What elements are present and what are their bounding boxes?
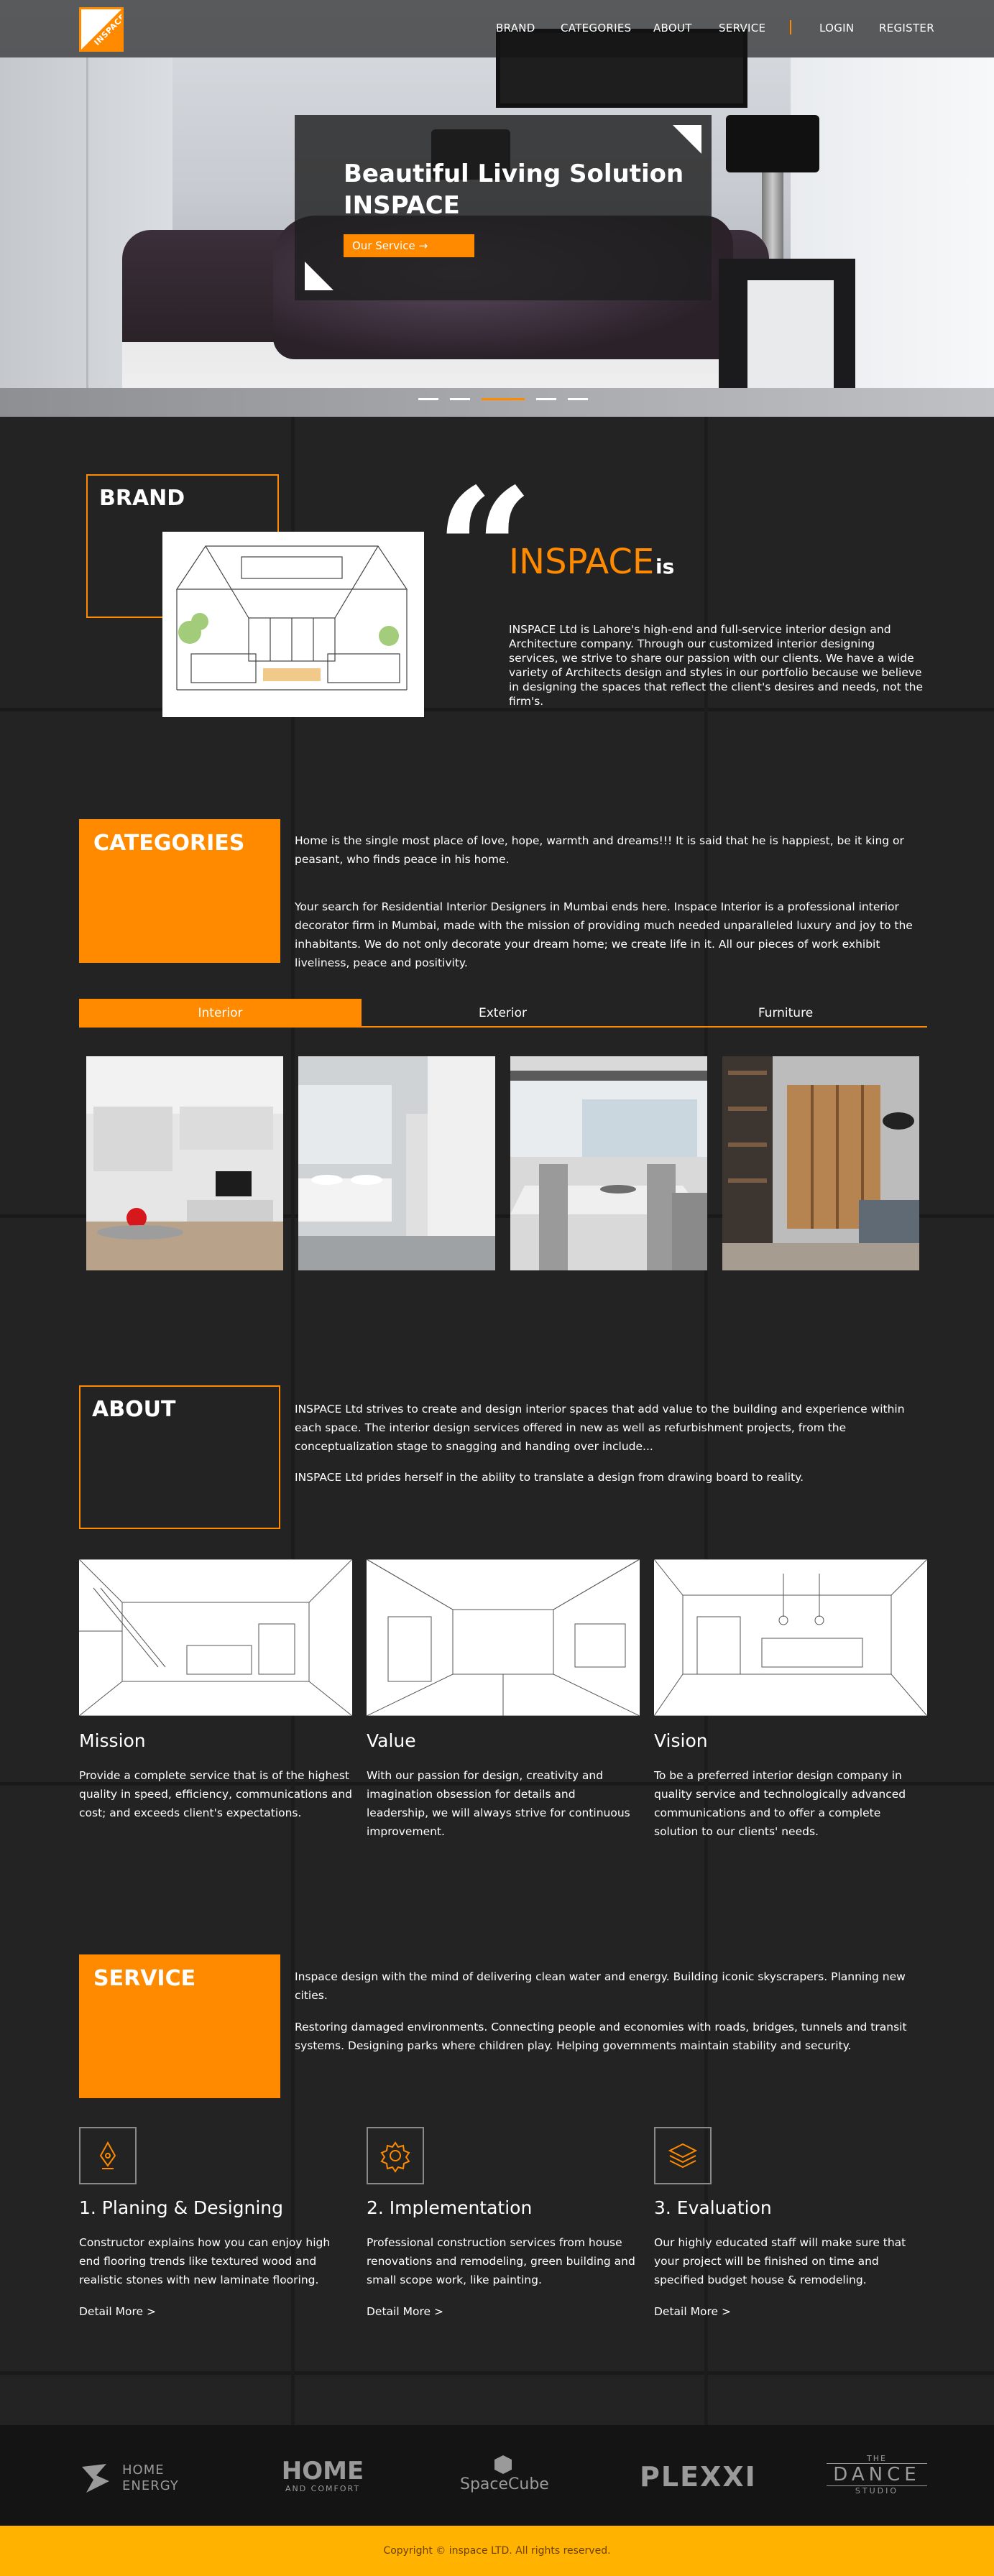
layers-icon — [654, 2127, 712, 2184]
spacecube-word: SpaceCube — [460, 2475, 549, 2493]
corner-decoration — [673, 125, 701, 154]
partner-logos: HOME ENERGY HOME AND COMFORT SpaceCube P… — [0, 2425, 994, 2526]
home-energy-word1: HOME — [122, 2462, 165, 2478]
slider-dot[interactable] — [450, 398, 470, 400]
interior-photo-dining[interactable] — [510, 1056, 707, 1270]
service-2-title: 2. Implementation — [367, 2197, 533, 2218]
service-3-title: 3. Evaluation — [654, 2197, 772, 2218]
nav-login[interactable]: LOGIN — [819, 22, 854, 34]
slider-dot[interactable] — [568, 398, 588, 400]
tab-interior[interactable]: Interior — [79, 999, 362, 1028]
about-title: ABOUT — [92, 1397, 176, 1422]
service-1-text: Constructor explains how you can enjoy h… — [79, 2236, 331, 2286]
service-1-title: 1. Planing & Designing — [79, 2197, 284, 2218]
hero-title-line2: INSPACE — [344, 191, 460, 220]
hero-caption-box: Beautiful Living Solution INSPACE Our Se… — [295, 115, 712, 300]
vision-sketch-image — [654, 1559, 927, 1716]
category-tabs: Interior Exterior Furniture — [79, 999, 927, 1028]
tab-furniture[interactable]: Furniture — [644, 999, 927, 1028]
interior-photo-kitchen[interactable] — [86, 1056, 283, 1270]
nav-service[interactable]: SERVICE — [719, 22, 765, 34]
pen-nib-icon — [79, 2127, 137, 2184]
inspace-logo[interactable]: INSPACE — [79, 7, 124, 52]
service-title: SERVICE — [93, 1966, 196, 1991]
hero-floor — [0, 388, 994, 417]
cube-icon — [494, 2455, 512, 2474]
value-text: With our passion for design, creativity … — [367, 1769, 630, 1838]
mission-sketch-image — [79, 1559, 352, 1716]
brand-is: is — [655, 555, 675, 578]
hero-title-line1: Beautiful Living Solution — [344, 160, 684, 188]
bg-grid-line — [0, 2371, 994, 2375]
about-para-2: INSPACE Ltd prides herself in the abilit… — [295, 1471, 804, 1484]
mission-title: Mission — [79, 1730, 146, 1751]
dance-word2: DANCE — [827, 2463, 927, 2486]
interior-photo-living[interactable] — [722, 1056, 919, 1270]
home-comfort-word1: HOME — [281, 2457, 364, 2485]
service-3-text: Our highly educated staff will make sure… — [654, 2236, 906, 2286]
nav-divider — [790, 20, 791, 34]
tab-exterior[interactable]: Exterior — [362, 999, 644, 1028]
spacecube-logo[interactable]: SpaceCube — [460, 2454, 549, 2504]
footer: Copyright © inspace LTD. All rights rese… — [0, 2526, 994, 2576]
brand-sketch-image — [162, 532, 424, 717]
corner-decoration — [305, 262, 333, 290]
slider-dot[interactable] — [418, 398, 438, 400]
nav-brand[interactable]: BRAND — [496, 22, 535, 34]
slider-dot-active[interactable] — [482, 398, 525, 400]
brand-description: INSPACE Ltd is Lahore's high-end and ful… — [509, 623, 924, 708]
home-energy-logo[interactable]: HOME ENERGY — [79, 2460, 187, 2496]
vision-text: To be a preferred interior design compan… — [654, 1769, 906, 1838]
service-1-detail-link[interactable]: Detail More > — [79, 2305, 156, 2318]
home-energy-mark — [82, 2464, 109, 2493]
service-2-detail-link[interactable]: Detail More > — [367, 2305, 443, 2318]
service-para-1: Inspace design with the mind of deliveri… — [295, 1970, 906, 2002]
nav-categories[interactable]: CATEGORIES — [561, 22, 632, 34]
home-energy-word2: ENERGY — [122, 2478, 179, 2493]
brand-name: INSPACE — [509, 542, 655, 582]
dance-studio-logo[interactable]: THE DANCE STUDIO — [827, 2454, 927, 2500]
slider-dot[interactable] — [536, 398, 556, 400]
hero-title: Beautiful Living Solution INSPACE — [344, 158, 689, 221]
service-2-text: Professional construction services from … — [367, 2236, 635, 2286]
gear-icon — [367, 2127, 424, 2184]
value-sketch-image — [367, 1559, 640, 1716]
brand-title: BRAND — [99, 486, 185, 511]
dance-word3: STUDIO — [855, 2486, 899, 2496]
service-para-2: Restoring damaged environments. Connecti… — [295, 2021, 907, 2052]
about-para-1: INSPACE Ltd strives to create and design… — [295, 1403, 905, 1453]
nav-register[interactable]: REGISTER — [879, 22, 934, 34]
service-3-detail-link[interactable]: Detail More > — [654, 2305, 731, 2318]
plexxi-logo[interactable]: PLEXXI — [640, 2461, 755, 2493]
mission-text: Provide a complete service that is of th… — [79, 1769, 352, 1819]
top-navbar: INSPACE BRAND CATEGORIES ABOUT SERVICE L… — [0, 0, 994, 57]
interior-photo-bathroom[interactable] — [298, 1056, 495, 1270]
copyright-text: Copyright © inspace LTD. All rights rese… — [383, 2545, 611, 2557]
dance-word1: THE — [867, 2454, 887, 2463]
hero-side-table-glass — [747, 280, 834, 388]
our-service-button[interactable]: Our Service → — [344, 234, 474, 257]
nav-about[interactable]: ABOUT — [653, 22, 692, 34]
home-comfort-word2: AND COMFORT — [285, 2484, 361, 2493]
hero-panel-line — [86, 57, 88, 417]
categories-para-2: Your search for Residential Interior Des… — [295, 900, 913, 969]
hero-lamp-right — [726, 115, 819, 172]
value-title: Value — [367, 1730, 416, 1751]
hero-banner: Beautiful Living Solution INSPACE Our Se… — [0, 0, 994, 417]
home-comfort-logo[interactable]: HOME AND COMFORT — [276, 2458, 369, 2497]
categories-title: CATEGORIES — [93, 831, 245, 856]
categories-para-1: Home is the single most place of love, h… — [295, 834, 904, 866]
vision-title: Vision — [654, 1730, 708, 1751]
